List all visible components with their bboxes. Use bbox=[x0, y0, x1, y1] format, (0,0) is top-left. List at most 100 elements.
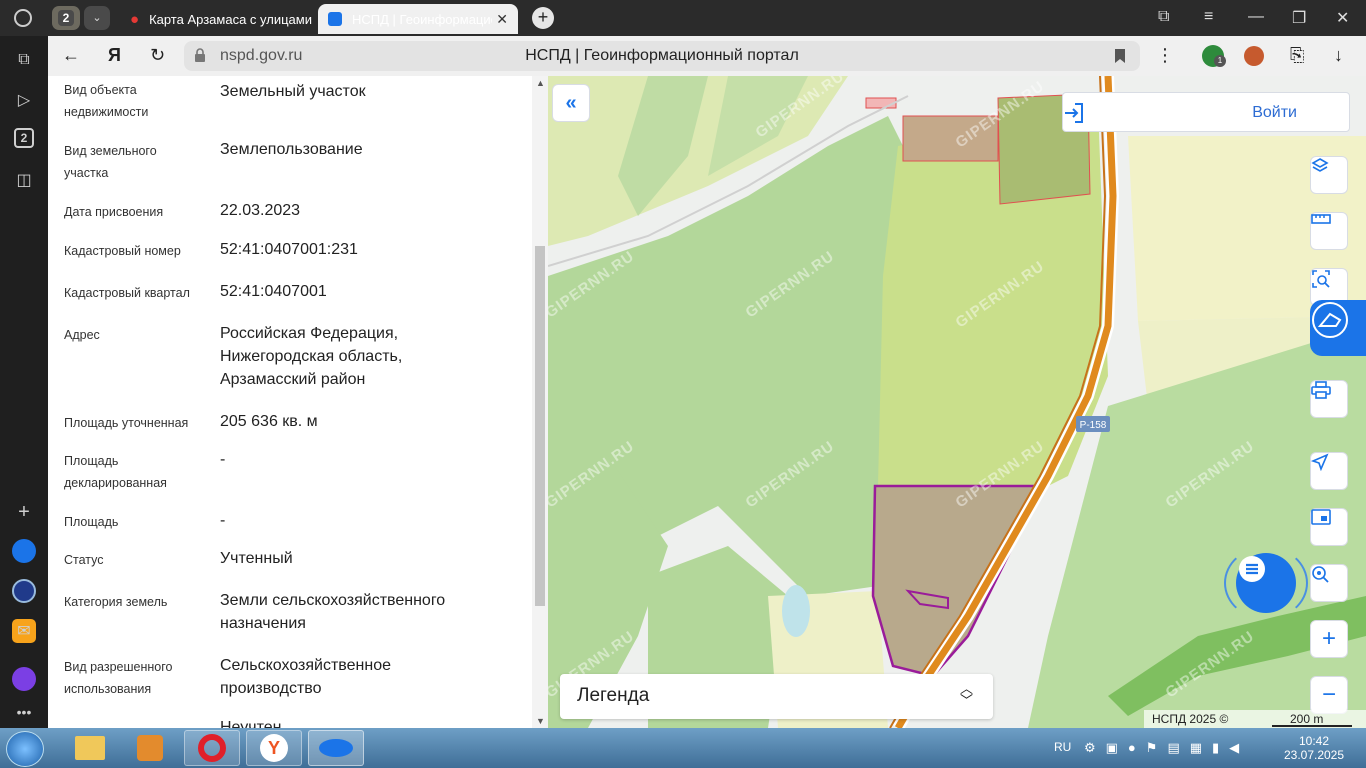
layers-icon bbox=[1311, 158, 1329, 172]
road-label: Р-158 bbox=[1080, 420, 1107, 431]
ruler-icon bbox=[1311, 214, 1331, 224]
info-label: Площадь bbox=[64, 515, 119, 529]
info-label: Площадь декларированная bbox=[64, 454, 167, 490]
downloads-manager-icon[interactable]: ⎘ bbox=[1290, 45, 1304, 66]
assistant-icon[interactable] bbox=[12, 667, 36, 691]
attribution-text: НСПД 2025 © bbox=[1152, 712, 1229, 726]
select-search-icon bbox=[1312, 270, 1330, 288]
scrollbar-thumb[interactable] bbox=[535, 246, 545, 606]
chevrons-left-icon: « bbox=[565, 91, 577, 114]
info-value: 52:41:0407001 bbox=[220, 283, 327, 300]
scale-label: 200 m bbox=[1290, 712, 1324, 726]
restore-icon[interactable]: ❐ bbox=[1292, 8, 1306, 28]
history-icon[interactable] bbox=[14, 9, 32, 27]
reload-icon[interactable]: ↻ bbox=[150, 45, 165, 66]
minimap-icon bbox=[1311, 509, 1331, 525]
play-icon[interactable]: ▷ bbox=[12, 88, 36, 112]
extension-icon[interactable] bbox=[1244, 46, 1264, 66]
minimap-button[interactable] bbox=[1310, 508, 1348, 546]
tab-count: 2 bbox=[58, 10, 74, 26]
tab-title: НСПД | Геоинформационный портал bbox=[352, 11, 492, 27]
language-indicator[interactable]: RU bbox=[1054, 740, 1071, 754]
widget-icon bbox=[1312, 302, 1348, 338]
new-tab-button[interactable]: + bbox=[532, 7, 554, 29]
search-location-button[interactable] bbox=[1310, 564, 1348, 602]
screenshot-icon[interactable]: ◫ bbox=[12, 168, 36, 192]
tab-nspd[interactable]: НСПД | Геоинформационный портал ✕ bbox=[318, 4, 518, 34]
zoom-in-button[interactable]: + bbox=[1310, 620, 1348, 658]
expand-collapse-icon[interactable]: ︿ ﹀ bbox=[960, 682, 973, 707]
login-icon bbox=[1065, 103, 1083, 123]
legend-panel[interactable]: Легенда ︿ ﹀ bbox=[560, 674, 993, 719]
zoom-out-button[interactable]: − bbox=[1310, 676, 1348, 714]
browser-app-icon[interactable] bbox=[12, 539, 36, 563]
info-value: - bbox=[220, 451, 226, 468]
download-icon[interactable]: ↓ bbox=[1334, 45, 1343, 66]
close-window-icon[interactable]: ✕ bbox=[1336, 8, 1349, 28]
info-value: Сельскохозяйственное производство bbox=[220, 657, 391, 697]
media-player-app[interactable] bbox=[122, 730, 178, 766]
info-label: Вид объекта недвижимости bbox=[64, 83, 149, 119]
info-label: Дата присвоения bbox=[64, 205, 164, 219]
layers-button[interactable] bbox=[1310, 156, 1348, 194]
tab-counter-button[interactable]: 2 bbox=[52, 6, 80, 30]
close-tab-icon[interactable]: ✕ bbox=[496, 11, 508, 28]
info-value: Землепользование bbox=[220, 141, 363, 158]
minimize-icon[interactable]: — bbox=[1248, 8, 1264, 26]
info-label: Категория земель bbox=[64, 595, 168, 609]
menu-icon[interactable]: ≡ bbox=[1204, 8, 1213, 26]
info-value: 22.03.2023 bbox=[220, 202, 301, 219]
bookmark-icon[interactable] bbox=[1114, 48, 1126, 69]
info-label: Статус bbox=[64, 553, 104, 567]
info-value: Неучтен bbox=[220, 719, 282, 728]
opera-app[interactable] bbox=[184, 730, 240, 766]
measure-button[interactable] bbox=[1310, 212, 1348, 250]
chevron-down-icon[interactable]: ⌄ bbox=[84, 6, 110, 30]
widget-tab-button[interactable] bbox=[1310, 300, 1366, 356]
collapse-panel-button[interactable]: « bbox=[552, 84, 590, 122]
tab-map[interactable]: ● Карта Арзамаса с улицами bbox=[120, 4, 316, 34]
more-vertical-icon[interactable]: ⋮ bbox=[1156, 45, 1174, 66]
object-info-panel: Вид объекта недвижимости Земельный участо… bbox=[48, 76, 532, 728]
navigation-arrow-icon bbox=[1311, 453, 1329, 471]
bookmarks-icon[interactable]: ⧉ bbox=[1158, 8, 1169, 26]
yandex-icon[interactable]: Я bbox=[108, 45, 121, 66]
back-icon[interactable]: ← bbox=[62, 45, 80, 66]
locate-button[interactable] bbox=[1310, 452, 1348, 490]
legend-title: Легенда bbox=[577, 685, 650, 706]
mail-icon[interactable]: ✉ bbox=[12, 619, 36, 643]
panel-scrollbar[interactable]: ▲ ▼ bbox=[532, 76, 548, 728]
collections-icon[interactable]: ⧉ bbox=[12, 48, 36, 72]
shield-icon[interactable]: 1 bbox=[1202, 45, 1226, 67]
start-button[interactable] bbox=[6, 731, 44, 767]
map-attribution: НСПД 2025 © 200 m bbox=[1144, 710, 1366, 728]
more-icon[interactable]: ••• bbox=[12, 700, 36, 724]
print-button[interactable] bbox=[1310, 380, 1348, 418]
clock[interactable]: 10:42 23.07.2025 bbox=[1282, 734, 1346, 762]
plus-icon: + bbox=[1321, 625, 1336, 652]
browser-app[interactable] bbox=[308, 730, 364, 766]
folder-icon bbox=[75, 736, 105, 760]
yandex-app[interactable]: Y bbox=[246, 730, 302, 766]
chat-button[interactable] bbox=[1236, 553, 1296, 613]
date: 23.07.2025 bbox=[1283, 748, 1345, 762]
alice-app-icon[interactable] bbox=[12, 579, 36, 603]
login-button[interactable]: Войти bbox=[1062, 92, 1350, 132]
tab-counter-icon[interactable]: 2 bbox=[14, 128, 34, 148]
search-location-icon bbox=[1312, 566, 1329, 583]
info-label: Адрес bbox=[64, 328, 100, 342]
map-pin-icon: ● bbox=[130, 10, 140, 28]
time: 10:42 bbox=[1298, 734, 1330, 748]
explorer-app[interactable] bbox=[62, 730, 118, 766]
taskbar: Y RU ⚙▣●⚑▤▦▮◀ 10:42 23.07.2025 bbox=[0, 728, 1366, 768]
scroll-down-icon[interactable]: ▼ bbox=[536, 716, 545, 726]
address-bar[interactable]: nspd.gov.ru НСПД | Геоинформационный пор… bbox=[184, 41, 1140, 71]
add-icon[interactable]: + bbox=[12, 500, 36, 524]
scroll-up-icon[interactable]: ▲ bbox=[536, 78, 545, 88]
map-view[interactable]: Р-158 GIPERNN.RU GIPERNN.RU GIPERNN.RU G… bbox=[548, 76, 1366, 728]
info-label: Кадастровый квартал bbox=[64, 286, 190, 300]
yandex-browser-icon: Y bbox=[260, 734, 288, 762]
tab-title: Карта Арзамаса с улицами bbox=[149, 11, 312, 27]
system-tray-icons[interactable]: ⚙▣●⚑▤▦▮◀ bbox=[1084, 740, 1264, 756]
minus-icon: − bbox=[1321, 681, 1336, 708]
